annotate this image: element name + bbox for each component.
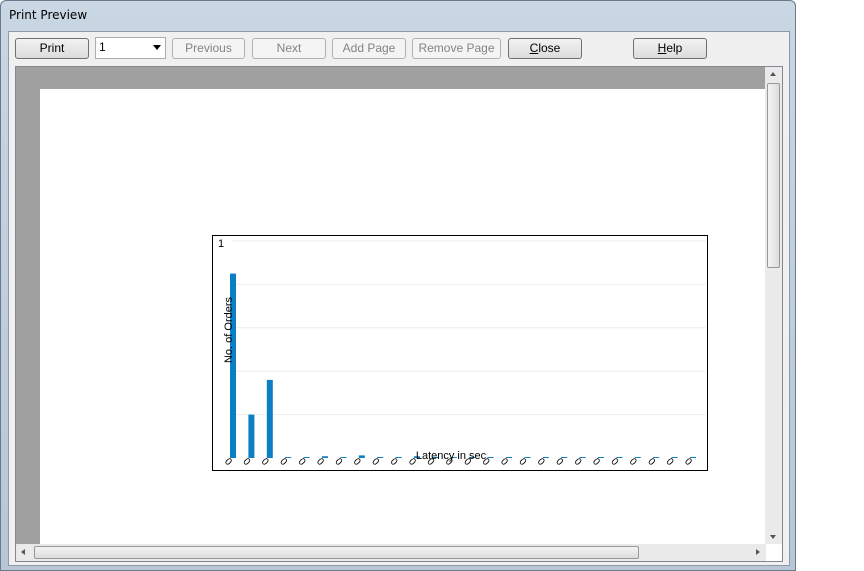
window-title: Print Preview — [9, 8, 88, 22]
page-select-value: 1 — [99, 40, 106, 54]
scroll-right-icon[interactable] — [756, 549, 760, 555]
next-button[interactable]: Next — [252, 38, 326, 59]
help-label: elp — [666, 41, 683, 55]
dropdown-arrow-icon[interactable] — [153, 45, 161, 50]
help-button[interactable]: Help — [633, 38, 707, 59]
bar — [266, 379, 273, 458]
close-label: lose — [538, 41, 561, 55]
horizontal-scroll-thumb[interactable] — [34, 546, 639, 559]
vertical-scrollbar[interactable] — [765, 67, 782, 544]
print-button[interactable]: Print — [15, 38, 89, 59]
scroll-left-icon[interactable] — [21, 549, 25, 555]
vertical-scroll-thumb[interactable] — [767, 83, 780, 268]
y-tick-top: 1 — [218, 238, 224, 250]
scroll-down-icon[interactable] — [770, 535, 776, 539]
previous-button[interactable]: Previous — [172, 38, 245, 59]
add-page-button[interactable]: Add Page — [332, 38, 406, 59]
horizontal-scrollbar[interactable] — [16, 544, 766, 561]
histogram-chart: 00000000000000000000000000 1 No. of Orde… — [212, 235, 708, 471]
close-button[interactable]: Close — [508, 38, 582, 59]
remove-page-button[interactable]: Remove Page — [412, 38, 501, 59]
scroll-up-icon[interactable] — [770, 72, 776, 76]
y-axis-label: No. of Orders — [223, 296, 235, 363]
x-axis-label: Latency in sec — [416, 450, 487, 462]
chart-frame — [212, 235, 708, 471]
page-select[interactable]: 1 — [95, 37, 166, 59]
bar — [248, 414, 255, 458]
